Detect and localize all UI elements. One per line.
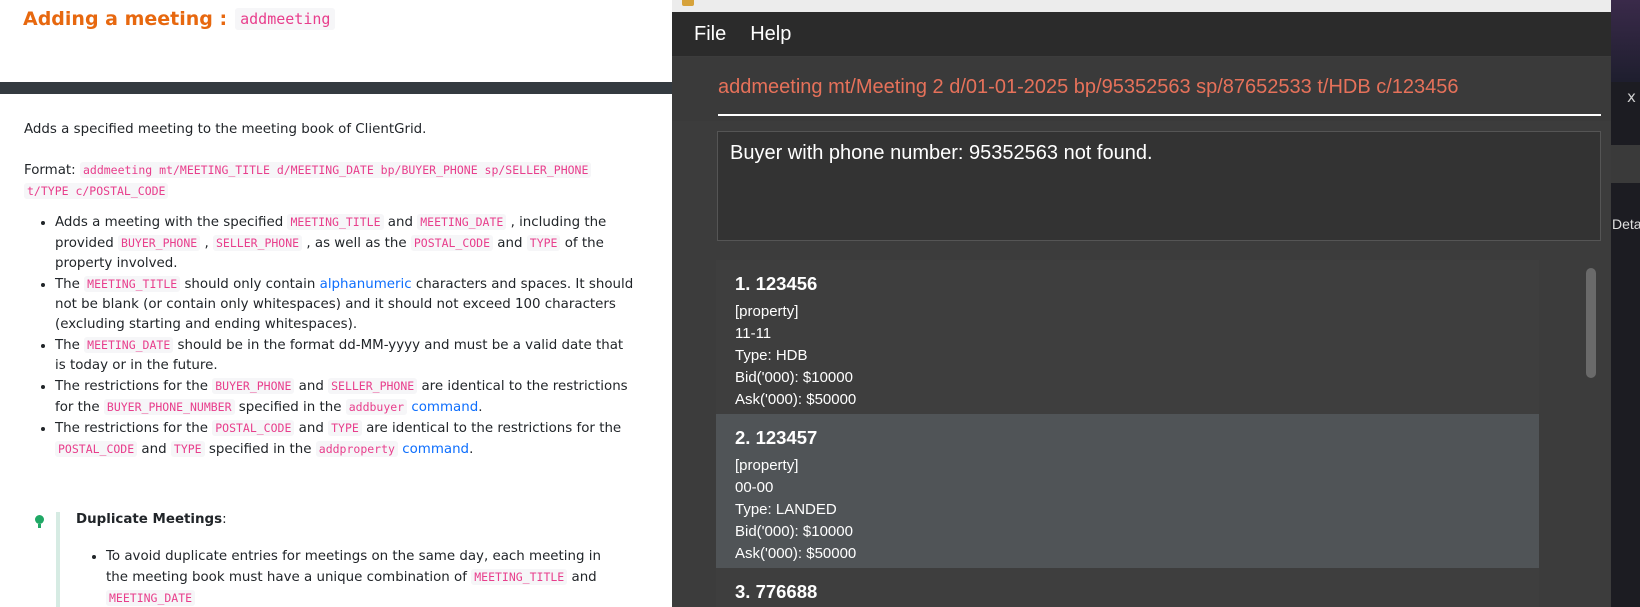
list-item: The MEETING_DATE should be in the format… — [55, 335, 634, 376]
param-code: MEETING_TITLE — [471, 569, 568, 585]
intro-paragraph: Adds a specified meeting to the meeting … — [24, 122, 427, 137]
list-item: The restrictions for the POSTAL_CODE and… — [55, 418, 634, 460]
property-ask: Ask('000): $50000 — [735, 391, 857, 408]
command-input[interactable] — [718, 76, 1598, 99]
text: The restrictions for the — [55, 379, 213, 394]
tip-list: To avoid duplicate entries for meetings … — [80, 546, 626, 607]
command-input-underline — [718, 114, 1601, 116]
property-ask: Ask('000): $50000 — [735, 545, 857, 562]
text: and — [493, 236, 527, 251]
param-code: SELLER_PHONE — [213, 235, 303, 251]
background-window: x Detail — [1611, 0, 1640, 607]
tip-title-text: Duplicate Meetings — [76, 512, 223, 527]
param-code: MEETING_TITLE — [287, 214, 384, 230]
param-code: POSTAL_CODE — [212, 420, 295, 436]
tip-border — [56, 512, 60, 607]
text: are identical to the restrictions for th… — [361, 421, 622, 436]
text: Adds a meeting with the specified — [55, 215, 288, 230]
background-x-label: x — [1627, 88, 1636, 106]
text: and — [294, 379, 329, 394]
doc-header: Adding a meeting : addmeeting — [0, 0, 672, 82]
text: . — [478, 400, 483, 415]
text: , — [200, 236, 213, 251]
menu-help[interactable]: Help — [748, 23, 793, 46]
text: The restrictions for the — [55, 421, 213, 436]
param-code: TYPE — [328, 420, 362, 436]
rules-list: Adds a meeting with the specified MEETIN… — [24, 212, 634, 460]
tip-title-suffix: : — [222, 512, 227, 527]
text: and — [383, 215, 418, 230]
text: and — [294, 421, 329, 436]
param-code: SELLER_PHONE — [328, 378, 418, 394]
param-code: POSTAL_CODE — [410, 235, 494, 251]
param-code: addbuyer — [345, 399, 408, 415]
alphanumeric-link[interactable]: alphanumeric — [320, 277, 412, 292]
background-detail-label: Detail — [1612, 216, 1640, 232]
clientgrid-app-window: File Help Buyer with phone number: 95352… — [672, 0, 1611, 607]
documentation-page: Adding a meeting : addmeeting Adds a spe… — [0, 0, 672, 607]
list-scrollbar-thumb[interactable] — [1586, 268, 1596, 378]
param-code: MEETING_DATE — [84, 337, 174, 353]
text: The — [55, 277, 85, 292]
app-icon — [682, 0, 694, 6]
lightbulb-icon — [35, 515, 44, 528]
text: and — [137, 442, 171, 457]
property-type: Type: HDB — [735, 347, 808, 364]
text: , as well as the — [302, 236, 411, 251]
param-code: TYPE — [170, 441, 205, 457]
list-item: To avoid duplicate entries for meetings … — [106, 546, 626, 607]
list-item: Adds a meeting with the specified MEETIN… — [55, 212, 634, 274]
section-title: Adding a meeting : addmeeting — [23, 8, 336, 30]
param-code: TYPE — [526, 235, 561, 251]
text: specified in the — [204, 442, 316, 457]
command-link[interactable]: command — [402, 442, 469, 457]
param-code: MEETING_DATE — [417, 214, 507, 230]
text: specified in the — [234, 400, 346, 415]
property-tag: [property] — [735, 303, 799, 320]
tip-title: Duplicate Meetings: — [76, 512, 227, 527]
result-message: Buyer with phone number: 95352563 not fo… — [730, 142, 1153, 164]
property-index-postal: 2. 123457 — [735, 427, 818, 448]
text: and — [567, 570, 597, 585]
param-code: MEETING_DATE — [106, 590, 196, 606]
list-item: The restrictions for the BUYER_PHONE and… — [55, 376, 634, 418]
property-tag: [property] — [735, 457, 799, 474]
property-unit: 11-11 — [735, 325, 772, 342]
text: The — [55, 338, 85, 353]
property-unit: 00-00 — [735, 479, 774, 496]
background-band — [1611, 145, 1640, 183]
property-index-postal: 3. 776688 — [735, 581, 818, 602]
section-title-text: Adding a meeting : — [23, 8, 228, 30]
format-code: addmeeting mt/MEETING_TITLE d/MEETING_DA… — [79, 162, 592, 178]
text: . — [469, 442, 474, 457]
text: should only contain — [180, 277, 320, 292]
doc-navbar-divider — [0, 82, 672, 94]
property-type: Type: LANDED — [735, 501, 837, 518]
menu-bar: File Help — [672, 12, 1611, 56]
property-card[interactable]: 3. 776688 — [716, 568, 1539, 607]
property-bid: Bid('000): $10000 — [735, 369, 853, 386]
doc-body: Adds a specified meeting to the meeting … — [24, 120, 634, 460]
format-label: Format: — [24, 163, 76, 178]
tip-box: Duplicate Meetings: To avoid duplicate e… — [24, 508, 634, 607]
property-index-postal: 1. 123456 — [735, 273, 818, 294]
format-code-cont: t/TYPE c/POSTAL_CODE — [24, 183, 169, 199]
format-paragraph: Format: addmeeting mt/MEETING_TITLE d/ME… — [24, 160, 634, 202]
property-bid: Bid('000): $10000 — [735, 523, 853, 540]
section-title-code: addmeeting — [235, 8, 336, 30]
param-code: MEETING_TITLE — [84, 276, 181, 292]
param-code: POSTAL_CODE — [55, 441, 138, 457]
param-code: BUYER_PHONE_NUMBER — [103, 399, 235, 415]
list-item: The MEETING_TITLE should only contain al… — [55, 274, 634, 335]
param-code: addproperty — [315, 441, 398, 457]
window-titlebar — [672, 0, 1611, 12]
param-code: BUYER_PHONE — [118, 235, 201, 251]
menu-file[interactable]: File — [692, 23, 728, 46]
background-wallpaper — [1611, 0, 1640, 82]
command-link[interactable]: command — [411, 400, 478, 415]
param-code: BUYER_PHONE — [212, 378, 295, 394]
property-card-selected[interactable]: 2. 123457 [property] 00-00 Type: LANDED … — [716, 414, 1539, 568]
property-card[interactable]: 1. 123456 [property] 11-11 Type: HDB Bid… — [716, 260, 1539, 414]
